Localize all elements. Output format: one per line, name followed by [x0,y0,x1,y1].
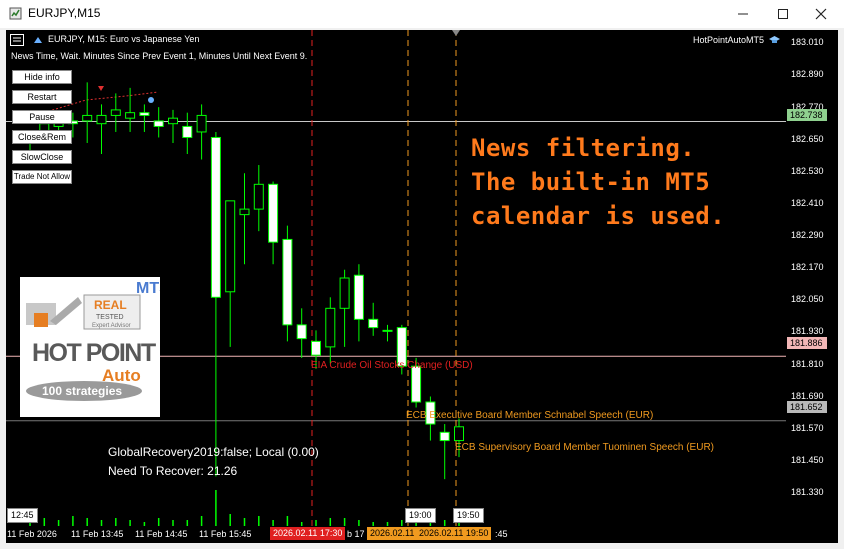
close-and-remove-button[interactable]: Close&Rem [12,130,72,144]
candle-body [125,112,136,119]
minimize-button[interactable] [726,0,760,28]
pause-button[interactable]: Pause [12,110,72,124]
candle-body [311,340,321,356]
candle-body [225,200,236,293]
event-time-tag-red: 2026.02.11 17:30 [270,527,346,540]
price-label: 182.410 [791,198,824,208]
crosshair-time-2: 19:50 [453,508,484,523]
chart-area[interactable]: EURJPY, M15: Euro vs Japanese Yen News T… [6,30,786,526]
candle-body [96,114,107,125]
time-marker-triangle [452,30,460,36]
window-title: EURJPY,M15 [28,6,101,20]
symbol-line: EURJPY, M15: Euro vs Japanese Yen [48,34,200,44]
candle-body [82,114,93,122]
crosshair-time-1: 19:00 [405,508,436,523]
candle-body [411,365,422,403]
time-scale[interactable]: 11 Feb 2026 11 Feb 13:45 11 Feb 14:45 11… [6,526,838,543]
message-line-1: News filtering. [471,134,696,162]
candle-body [339,277,350,309]
logo-tested-text: TESTED [96,314,124,321]
price-label: 181.810 [791,359,824,369]
event-time-tag-orange-b: 2026.02.11 19:50 [416,527,492,540]
time-label: 11 Feb 13:45 [71,529,124,539]
candle-body [239,208,250,216]
close-button[interactable] [804,0,838,28]
grey-line-price-tag: 181.652 [787,401,827,413]
event-label-tuominen: ECB Supervisory Board Member Tuominen Sp… [455,442,714,453]
price-label: 181.930 [791,326,824,336]
title-bar: EURJPY,M15 [0,0,844,28]
candle-body [153,120,164,127]
sell-arrow [98,86,104,91]
time-label: 11 Feb 14:45 [135,529,188,539]
chart-window-icon [9,7,22,20]
logo-real-text: REAL [94,298,127,312]
event-label-schnabel: ECB Executive Board Member Schnabel Spee… [406,410,654,421]
message-line-3: calendar is used. [471,202,726,230]
chart-menu-icon[interactable] [10,34,24,46]
price-label: 182.170 [791,262,824,272]
candle-body [382,329,393,332]
hide-info-button[interactable]: Hide info [12,70,72,84]
candle-body [439,431,450,442]
logo-hot-point-text: HOT POINT [32,339,156,367]
restart-button[interactable]: Restart [12,90,72,104]
red-line-price-tag: 181.886 [787,337,827,349]
price-label: 182.530 [791,166,824,176]
ea-name-label: HotPointAutoMT5 [692,35,764,45]
maximize-icon [778,9,788,19]
event-time-tag-orange-a: 2026.02.11 [367,527,418,540]
logo-mt5-text: MT5 [136,280,160,297]
maximize-button[interactable] [766,0,800,28]
ea-status-icon [769,36,780,43]
need-to-recover: Need To Recover: 21.26 [108,464,238,478]
time-label: 11 Feb 15:45 [199,529,252,539]
candle-body [168,117,178,125]
time-label-fragment: b 17 [347,529,365,539]
price-label: 183.010 [791,37,824,47]
price-label: 181.570 [791,423,824,433]
bid-price-tag: 182.738 [787,109,827,121]
candle-body [210,136,221,298]
ea-hat-icon [34,37,42,43]
candle-body [353,274,364,320]
price-label: 181.330 [791,487,824,497]
trade-not-allow-button[interactable]: Trade Not Allow [12,170,72,184]
price-label: 182.650 [791,134,824,144]
price-label: 182.050 [791,294,824,304]
close-icon [815,8,827,20]
price-label: 182.290 [791,230,824,240]
candle-body [454,426,464,442]
crosshair-time-left: 12:45 [7,508,38,523]
time-label-fragment: :45 [495,529,508,539]
candle-body [296,324,307,340]
price-label: 182.890 [791,69,824,79]
candle-body [253,183,264,210]
buy-marker [148,97,154,103]
price-scale[interactable]: 183.010 182.890 182.770 182.650 182.530 … [786,30,838,526]
news-status: News Time, Wait. Minutes Since Prev Even… [11,51,308,61]
candle-body [282,238,293,326]
candle-body [268,183,279,243]
recovery-status: GlobalRecovery2019:false; Local (0.00) [108,445,319,459]
event-label-crude-oil: EIA Crude Oil Stocks Change (USD) [311,360,473,371]
hot-point-logo: MT5 REAL TESTED Expert Advisor HOT POINT… [20,277,168,417]
message-line-2: The built-in MT5 [471,168,711,196]
price-label: 181.450 [791,455,824,465]
candle-body [368,318,379,329]
logo-graphic: MT5 REAL TESTED Expert Advisor HOT POINT… [20,277,168,417]
candle-body [182,125,193,138]
candle-body [325,307,336,348]
logo-ea-text: Expert Advisor [92,323,131,329]
slow-close-button[interactable]: SlowClose [12,150,72,164]
candle-body [139,112,150,116]
candle-body [110,109,121,116]
price-label: 181.690 [791,391,824,401]
logo-strategies-text: 100 strategies [42,384,122,398]
minimize-icon [738,13,748,15]
candle-body [196,114,207,133]
time-label: 11 Feb 2026 [7,529,57,539]
